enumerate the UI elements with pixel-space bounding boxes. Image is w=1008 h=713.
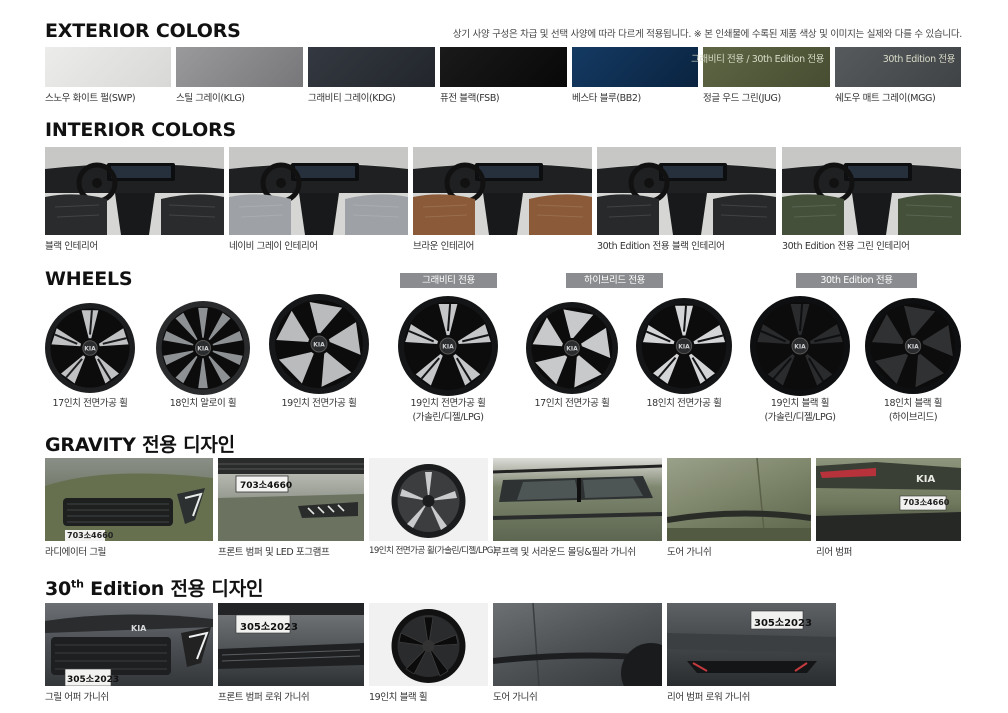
svg-text:KIA: KIA: [916, 474, 935, 485]
swatch-shadow-matte-gray[interactable]: 30th Edition 전용: [835, 47, 961, 87]
gravity-design-title: GRAVITY 전용 디자인: [45, 434, 235, 456]
wheel-image: KIA: [634, 296, 734, 396]
photo-interior: [782, 147, 961, 235]
swatch-label: 스노우 화이트 펄(SWP): [45, 93, 136, 104]
swatch-jungle-wood-green[interactable]: 그래비티 전용 / 30th Edition 전용: [691, 47, 830, 87]
photo-interior: [597, 147, 776, 235]
badge-30th-edition-only: 30th Edition 전용: [796, 273, 917, 288]
swatch-label: 쉐도우 매트 그레이(MGG): [835, 93, 936, 104]
photo-interior: [45, 147, 224, 235]
swatch-fusion-black[interactable]: [440, 47, 567, 87]
swatch-gravity-gray[interactable]: [308, 47, 435, 87]
swatch-snow-white-pearl[interactable]: [45, 47, 171, 87]
edition30-label: 그릴 어퍼 가니쉬: [45, 692, 109, 703]
interior-label: 네이비 그레이 인테리어: [229, 241, 318, 252]
gravity-label: 도어 가니쉬: [667, 547, 712, 558]
plate-text: 305소2023: [754, 618, 812, 629]
plate-text: 703소4660: [67, 531, 114, 540]
interior-colors-title: INTERIOR COLORS: [45, 119, 236, 141]
interior-label: 블랙 인테리어: [45, 241, 98, 252]
disclaimer-text: 상기 사양 구성은 차급 및 선택 사양에 따라 다르게 적용됩니다. ※ 본 …: [452, 29, 962, 40]
swatch-label: 퓨전 블랙(FSB): [440, 93, 500, 104]
swatch-tag-shadow: 30th Edition 전용: [882, 54, 956, 65]
svg-text:KIA: KIA: [131, 624, 147, 633]
photo-19in-black-wheel: [369, 603, 488, 686]
gravity-label: 리어 범퍼: [816, 547, 852, 558]
wheels-title: WHEELS: [45, 268, 133, 290]
plate-text: 703소4660: [903, 498, 950, 507]
wheel-image: KIA: [748, 294, 852, 398]
interior-label: 30th Edition 전용 블랙 인테리어: [597, 241, 725, 252]
edition30-label: 프론트 범퍼 로워 가니쉬: [218, 692, 310, 703]
svg-text:KIA: KIA: [566, 346, 578, 353]
plate-text: 703소4660: [240, 481, 293, 491]
gravity-label: 프론트 범퍼 및 LED 포그램프: [218, 547, 330, 558]
wheel-label: 18인치 블랙 휠 (하이브리드): [883, 398, 943, 423]
swatch-vesta-blue[interactable]: [572, 47, 698, 87]
svg-text:KIA: KIA: [907, 344, 919, 351]
photo-rear-bumper-lower-garnish: 305소2023: [667, 603, 836, 686]
photo-rear-bumper: KIA 703소4660: [816, 458, 961, 541]
svg-text:KIA: KIA: [678, 344, 690, 351]
badge-gravity-only: 그래비티 전용: [400, 273, 497, 288]
swatch-label: 스틸 그레이(KLG): [176, 93, 245, 104]
swatch-label: 베스타 블루(BB2): [572, 93, 641, 104]
wheel-label: 17인치 전면가공 휠: [534, 398, 610, 409]
edition30-label: 19인치 블랙 휠: [369, 692, 428, 703]
photo-door-garnish: [667, 458, 811, 541]
photo-19in-wheel-gravity: [369, 458, 488, 541]
gravity-label: 19인치 전면가공 휠(가솔린/디젤/LPG): [369, 546, 496, 556]
svg-text:KIA: KIA: [794, 344, 806, 351]
interior-label: 브라운 인테리어: [413, 241, 474, 252]
svg-text:KIA: KIA: [84, 346, 96, 353]
wheel-image: KIA: [396, 294, 500, 398]
gravity-label: 라디에이터 그릴: [45, 547, 106, 558]
wheel-image: KIA: [267, 292, 371, 396]
photo-door-garnish-30th: [493, 603, 662, 686]
svg-text:KIA: KIA: [197, 346, 209, 353]
wheel-label: 18인치 전면가공 휠: [646, 398, 722, 409]
wheel-label: 19인치 전면가공 휠: [281, 398, 357, 409]
swatch-steel-gray[interactable]: [176, 47, 303, 87]
photo-grille-upper-garnish: KIA 305소2023: [45, 603, 213, 686]
photo-interior: [229, 147, 408, 235]
photo-front-bumper-lower-garnish: 305소2023: [218, 603, 364, 686]
svg-text:KIA: KIA: [313, 342, 325, 349]
wheel-label: 19인치 블랙 휠 (가솔린/디젤/LPG): [764, 398, 836, 423]
photo-radiator-grille: 703소4660: [45, 458, 213, 541]
wheel-image: KIA: [863, 296, 963, 396]
edition30-design-title: 30th Edition 전용 디자인: [45, 577, 264, 600]
interior-label: 30th Edition 전용 그린 인테리어: [782, 241, 910, 252]
swatch-label: 그래비티 그레이(KDG): [308, 93, 396, 104]
swatch-tag-jungle: 그래비티 전용 / 30th Edition 전용: [691, 54, 824, 65]
wheel-image: KIA: [524, 300, 620, 396]
swatch-label: 정글 우드 그린(JUG): [703, 93, 781, 104]
plate-text: 305소2023: [240, 622, 298, 633]
wheel-image: KIA: [43, 301, 137, 395]
edition30-label: 리어 범퍼 로워 가니쉬: [667, 692, 750, 703]
edition30-label: 도어 가니쉬: [493, 692, 538, 703]
photo-front-bumper-led: 703소4660: [218, 458, 364, 541]
wheel-label: 18인치 알로이 휠: [169, 398, 237, 409]
wheel-image: KIA: [154, 299, 252, 397]
svg-text:KIA: KIA: [442, 344, 454, 351]
plate-text: 305소2023: [67, 675, 120, 685]
wheel-label: 19인치 전면가공 휠 (가솔린/디젤/LPG): [410, 398, 486, 423]
photo-roof-rack-molding: [493, 458, 662, 541]
wheel-label: 17인치 전면가공 휠: [52, 398, 128, 409]
badge-hybrid-only: 하이브리드 전용: [566, 273, 663, 288]
gravity-label: 루프랙 및 서라운드 몰딩&필라 가니쉬: [493, 547, 636, 558]
photo-interior: [413, 147, 592, 235]
exterior-colors-title: EXTERIOR COLORS: [45, 20, 241, 42]
